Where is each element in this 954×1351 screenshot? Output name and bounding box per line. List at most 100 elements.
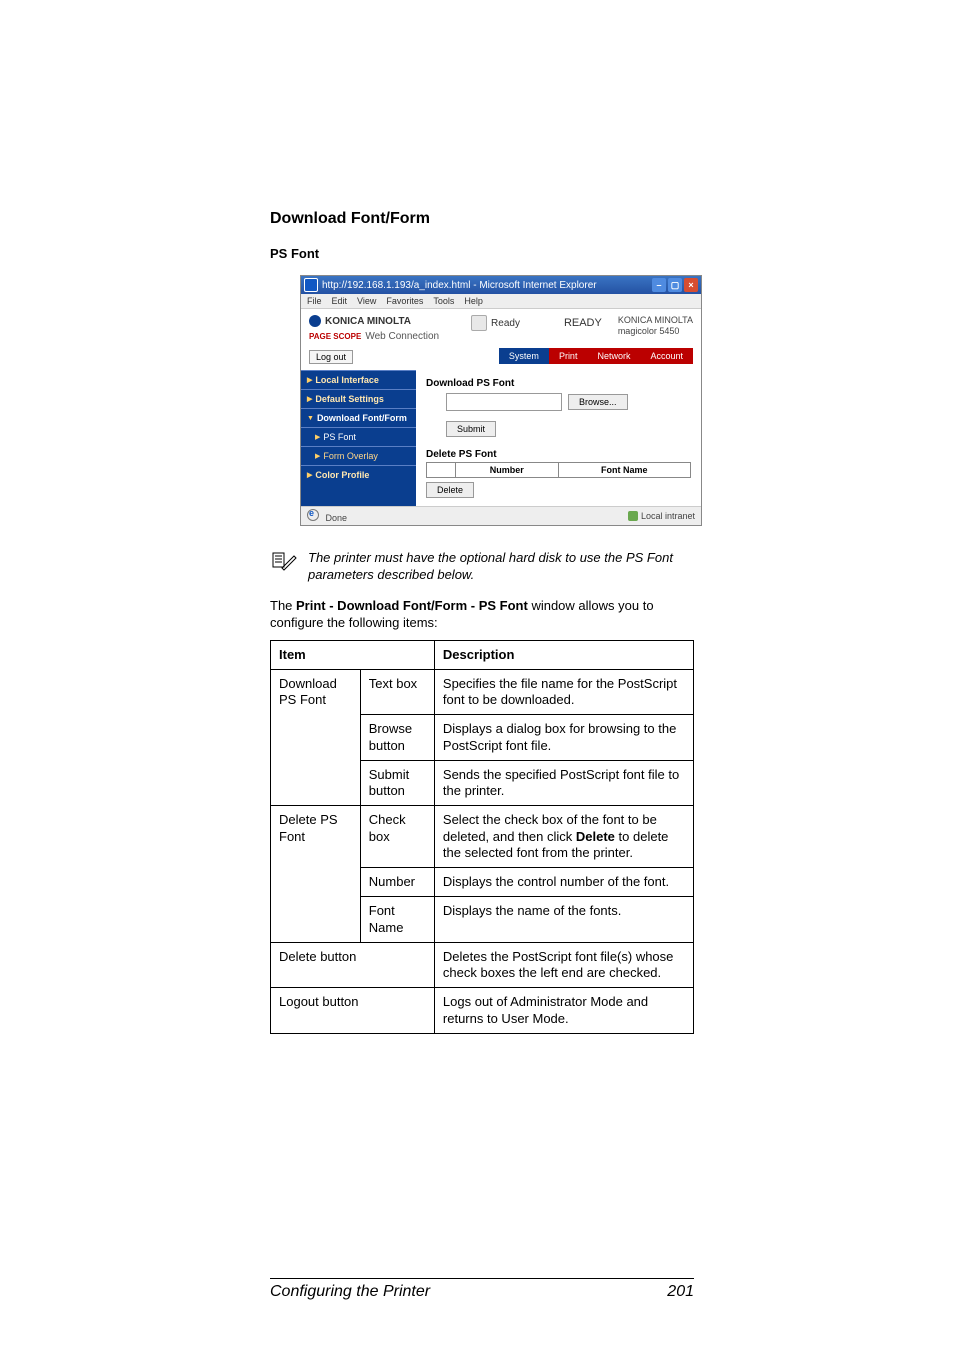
statusbar-done: e Done xyxy=(307,509,347,523)
printer-status-icon xyxy=(471,315,487,331)
tab-print[interactable]: Print xyxy=(549,348,588,364)
parameters-table: Item Description Download PS Font Text b… xyxy=(270,640,694,1034)
status-big-text: READY xyxy=(564,317,602,329)
triangle-right-icon: ▶ xyxy=(307,471,312,479)
menu-help[interactable]: Help xyxy=(464,296,483,306)
tab-system[interactable]: System xyxy=(499,348,549,364)
table-row: Logout button Logs out of Administrator … xyxy=(271,988,694,1034)
ie-icon xyxy=(304,278,318,292)
window-title: http://192.168.1.193/a_index.html - Micr… xyxy=(322,280,597,291)
statusbar-done-text: Done xyxy=(326,513,348,523)
font-table: Number Font Name xyxy=(426,462,691,478)
triangle-right-icon: ▶ xyxy=(307,395,312,403)
sidebar-item-label: Color Profile xyxy=(315,470,369,480)
security-zone-icon xyxy=(628,511,638,521)
cell-description: Sends the specified PostScript font file… xyxy=(434,760,693,806)
download-ps-font-heading: Download PS Font xyxy=(426,378,691,389)
triangle-right-icon: ▶ xyxy=(307,376,312,384)
cell-description: Specifies the file name for the PostScri… xyxy=(434,669,693,715)
intro-paragraph: The Print - Download Font/Form - PS Font… xyxy=(270,598,694,632)
maximize-button[interactable]: ▢ xyxy=(668,278,682,292)
brand-text: KONICA MINOLTA xyxy=(325,316,411,327)
statusbar-zone: Local intranet xyxy=(628,511,695,521)
delete-button[interactable]: Delete xyxy=(426,482,474,498)
sidebar-item-label: Form Overlay xyxy=(323,451,378,461)
sidebar-item-local-interface[interactable]: ▶ Local Interface xyxy=(301,370,416,389)
note-text: The printer must have the optional hard … xyxy=(308,550,694,584)
table-head-description: Description xyxy=(434,640,693,669)
triangle-right-icon: ▶ xyxy=(315,433,320,441)
sidebar-item-form-overlay[interactable]: ▶ Form Overlay xyxy=(301,446,416,465)
intro-text-pre: The xyxy=(270,598,296,613)
font-table-header-fontname: Font Name xyxy=(558,463,690,478)
cell-description: Displays the name of the fonts. xyxy=(434,897,693,943)
subbrand-text: Web Connection xyxy=(365,331,439,342)
close-button[interactable]: × xyxy=(684,278,698,292)
page-icon: e xyxy=(307,509,319,521)
menu-tools[interactable]: Tools xyxy=(433,296,454,306)
subbrand-prefix: PAGE SCOPE xyxy=(309,332,361,341)
triangle-right-icon: ▶ xyxy=(315,452,320,460)
sidebar-item-color-profile[interactable]: ▶ Color Profile xyxy=(301,465,416,484)
intro-text-bold: Print - Download Font/Form - PS Font xyxy=(296,598,528,613)
content-pane: Download PS Font Browse... Submit Delete… xyxy=(416,370,701,506)
status-label: Ready xyxy=(491,318,520,329)
table-row: Delete button Deletes the PostScript fon… xyxy=(271,942,694,988)
cell-description: Displays the control number of the font. xyxy=(434,868,693,897)
brand-mark-icon xyxy=(309,315,321,327)
menu-favorites[interactable]: Favorites xyxy=(386,296,423,306)
cell-control: Check box xyxy=(360,806,434,868)
delete-ps-font-heading: Delete PS Font xyxy=(426,449,691,460)
minimize-button[interactable]: – xyxy=(652,278,666,292)
cell-control: Text box xyxy=(360,669,434,715)
desc-bold: Delete xyxy=(576,829,615,844)
subbrand-logo: PAGE SCOPE Web Connection xyxy=(309,331,439,342)
menu-view[interactable]: View xyxy=(357,296,376,306)
cell-group: Logout button xyxy=(271,988,435,1034)
font-table-check-col xyxy=(427,463,456,478)
statusbar-zone-text: Local intranet xyxy=(641,511,695,521)
sidebar-item-label: Download Font/Form xyxy=(317,413,407,423)
model-label: KONICA MINOLTA magicolor 5450 xyxy=(618,315,693,337)
triangle-down-icon: ▼ xyxy=(307,415,314,422)
note-block: The printer must have the optional hard … xyxy=(272,550,694,584)
section-subheading: PS Font xyxy=(270,246,694,261)
footer-pagenum: 201 xyxy=(667,1283,694,1301)
table-head-item: Item xyxy=(271,640,435,669)
sidebar-item-default-settings[interactable]: ▶ Default Settings xyxy=(301,389,416,408)
cell-control: Submit button xyxy=(360,760,434,806)
table-row: Download PS Font Text box Specifies the … xyxy=(271,669,694,715)
model-line2: magicolor 5450 xyxy=(618,326,693,337)
font-filename-input[interactable] xyxy=(446,393,562,411)
window-titlebar: http://192.168.1.193/a_index.html - Micr… xyxy=(301,276,701,294)
browser-menubar: File Edit View Favorites Tools Help xyxy=(301,294,701,309)
logout-button[interactable]: Log out xyxy=(309,350,353,364)
model-line1: KONICA MINOLTA xyxy=(618,315,693,326)
sidebar-item-label: Local Interface xyxy=(315,375,379,385)
sidebar-item-label: Default Settings xyxy=(315,394,384,404)
table-row: Delete PS Font Check box Select the chec… xyxy=(271,806,694,868)
cell-group: Download PS Font xyxy=(271,669,361,806)
sidebar-item-ps-font[interactable]: ▶ PS Font xyxy=(301,427,416,446)
browse-button[interactable]: Browse... xyxy=(568,394,628,410)
sidebar-item-label: PS Font xyxy=(323,432,356,442)
section-heading: Download Font/Form xyxy=(270,210,694,228)
tab-network[interactable]: Network xyxy=(587,348,640,364)
cell-description: Deletes the PostScript font file(s) whos… xyxy=(434,942,693,988)
sidebar-item-download-fontform[interactable]: ▼ Download Font/Form xyxy=(301,408,416,427)
brand-logo: KONICA MINOLTA xyxy=(309,315,439,327)
footer-title: Configuring the Printer xyxy=(270,1283,430,1301)
cell-control: Browse button xyxy=(360,715,434,761)
menu-edit[interactable]: Edit xyxy=(332,296,348,306)
cell-description: Displays a dialog box for browsing to th… xyxy=(434,715,693,761)
page-footer: Configuring the Printer 201 xyxy=(270,1278,694,1301)
font-table-header-number: Number xyxy=(456,463,559,478)
cell-description: Select the check box of the font to be d… xyxy=(434,806,693,868)
cell-control: Number xyxy=(360,868,434,897)
tab-account[interactable]: Account xyxy=(640,348,693,364)
cell-description: Logs out of Administrator Mode and retur… xyxy=(434,988,693,1034)
cell-group: Delete button xyxy=(271,942,435,988)
submit-button[interactable]: Submit xyxy=(446,421,496,437)
embedded-screenshot: http://192.168.1.193/a_index.html - Micr… xyxy=(300,275,702,526)
menu-file[interactable]: File xyxy=(307,296,322,306)
